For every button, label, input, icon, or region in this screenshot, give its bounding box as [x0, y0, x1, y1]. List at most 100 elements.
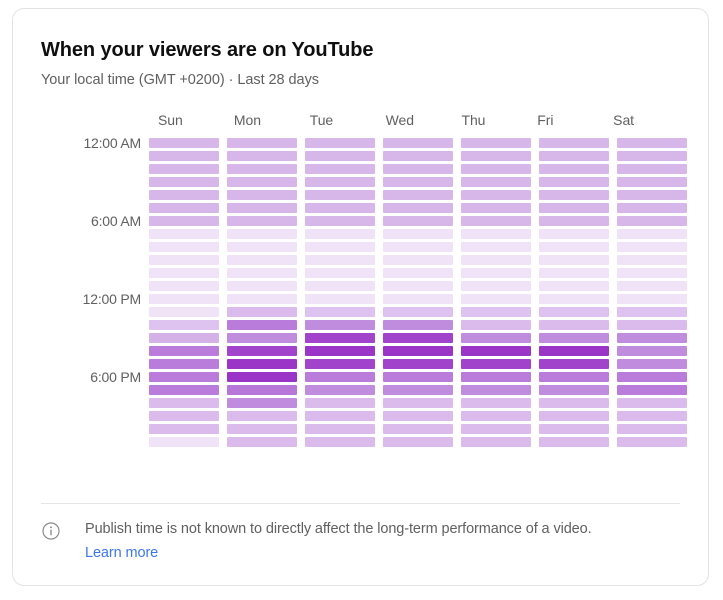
heatmap-cell[interactable] [305, 255, 375, 265]
heatmap-cell[interactable] [227, 203, 297, 213]
heatmap-cell[interactable] [383, 398, 453, 408]
heatmap-cell[interactable] [149, 437, 219, 447]
heatmap-cell[interactable] [461, 281, 531, 291]
heatmap-cell[interactable] [227, 151, 297, 161]
heatmap-cell[interactable] [227, 138, 297, 148]
heatmap-cell[interactable] [149, 359, 219, 369]
heatmap-cell[interactable] [383, 359, 453, 369]
heatmap-cell[interactable] [461, 177, 531, 187]
heatmap-cell[interactable] [149, 320, 219, 330]
heatmap-cell[interactable] [617, 333, 687, 343]
heatmap-cell[interactable] [383, 424, 453, 434]
heatmap-cell[interactable] [305, 372, 375, 382]
heatmap-cell[interactable] [305, 346, 375, 356]
heatmap-cell[interactable] [305, 177, 375, 187]
heatmap-cell[interactable] [461, 268, 531, 278]
heatmap-cell[interactable] [149, 229, 219, 239]
heatmap-cell[interactable] [539, 164, 609, 174]
heatmap-cell[interactable] [149, 151, 219, 161]
heatmap-cell[interactable] [617, 190, 687, 200]
heatmap-cell[interactable] [227, 333, 297, 343]
heatmap-cell[interactable] [617, 424, 687, 434]
heatmap-cell[interactable] [305, 398, 375, 408]
heatmap-cell[interactable] [227, 359, 297, 369]
heatmap-cell[interactable] [149, 411, 219, 421]
heatmap-cell[interactable] [305, 385, 375, 395]
heatmap-cell[interactable] [383, 320, 453, 330]
heatmap-cell[interactable] [539, 229, 609, 239]
heatmap-cell[interactable] [539, 372, 609, 382]
heatmap-cell[interactable] [617, 320, 687, 330]
heatmap-cell[interactable] [149, 307, 219, 317]
heatmap-cell[interactable] [227, 437, 297, 447]
heatmap-cell[interactable] [149, 424, 219, 434]
heatmap-cell[interactable] [227, 190, 297, 200]
heatmap-cell[interactable] [461, 229, 531, 239]
heatmap-cell[interactable] [383, 268, 453, 278]
heatmap-cell[interactable] [149, 164, 219, 174]
heatmap-cell[interactable] [617, 281, 687, 291]
heatmap-cell[interactable] [227, 294, 297, 304]
heatmap-cell[interactable] [461, 385, 531, 395]
heatmap-cell[interactable] [539, 242, 609, 252]
heatmap-cell[interactable] [149, 294, 219, 304]
heatmap-cell[interactable] [227, 177, 297, 187]
heatmap-cell[interactable] [539, 437, 609, 447]
heatmap-cell[interactable] [227, 411, 297, 421]
heatmap-cell[interactable] [305, 242, 375, 252]
heatmap-cell[interactable] [149, 333, 219, 343]
heatmap-cell[interactable] [461, 359, 531, 369]
heatmap-cell[interactable] [461, 151, 531, 161]
heatmap-cell[interactable] [539, 138, 609, 148]
heatmap-cell[interactable] [227, 268, 297, 278]
heatmap-cell[interactable] [149, 372, 219, 382]
heatmap-cell[interactable] [305, 216, 375, 226]
heatmap-cell[interactable] [383, 294, 453, 304]
heatmap-cell[interactable] [617, 164, 687, 174]
heatmap-cell[interactable] [149, 216, 219, 226]
heatmap-cell[interactable] [383, 385, 453, 395]
heatmap-cell[interactable] [305, 437, 375, 447]
heatmap-cell[interactable] [383, 151, 453, 161]
heatmap-cell[interactable] [539, 333, 609, 343]
heatmap-cell[interactable] [149, 138, 219, 148]
heatmap-cell[interactable] [539, 216, 609, 226]
heatmap-cell[interactable] [539, 268, 609, 278]
heatmap-cell[interactable] [539, 294, 609, 304]
heatmap-cell[interactable] [617, 398, 687, 408]
heatmap-cell[interactable] [461, 398, 531, 408]
heatmap-cell[interactable] [383, 190, 453, 200]
heatmap-cell[interactable] [383, 372, 453, 382]
heatmap-cell[interactable] [617, 138, 687, 148]
heatmap-cell[interactable] [305, 320, 375, 330]
heatmap-cell[interactable] [149, 268, 219, 278]
heatmap-cell[interactable] [461, 242, 531, 252]
heatmap-cell[interactable] [539, 151, 609, 161]
heatmap-cell[interactable] [617, 294, 687, 304]
heatmap-cell[interactable] [227, 424, 297, 434]
heatmap-cell[interactable] [383, 411, 453, 421]
heatmap-cell[interactable] [227, 255, 297, 265]
heatmap-cell[interactable] [305, 268, 375, 278]
heatmap-cell[interactable] [539, 346, 609, 356]
heatmap-cell[interactable] [227, 346, 297, 356]
heatmap-cell[interactable] [617, 255, 687, 265]
heatmap-cell[interactable] [617, 359, 687, 369]
heatmap-cell[interactable] [617, 385, 687, 395]
heatmap-cell[interactable] [539, 255, 609, 265]
heatmap-cell[interactable] [383, 307, 453, 317]
heatmap-cell[interactable] [617, 307, 687, 317]
heatmap-cell[interactable] [617, 437, 687, 447]
heatmap-cell[interactable] [461, 333, 531, 343]
heatmap-cell[interactable] [539, 203, 609, 213]
heatmap-cell[interactable] [305, 359, 375, 369]
heatmap-cell[interactable] [305, 307, 375, 317]
heatmap-cell[interactable] [461, 307, 531, 317]
heatmap-cell[interactable] [149, 281, 219, 291]
heatmap-cell[interactable] [383, 437, 453, 447]
heatmap-cell[interactable] [305, 281, 375, 291]
heatmap-cell[interactable] [149, 346, 219, 356]
heatmap-cell[interactable] [617, 229, 687, 239]
heatmap-cell[interactable] [227, 281, 297, 291]
heatmap-cell[interactable] [305, 164, 375, 174]
